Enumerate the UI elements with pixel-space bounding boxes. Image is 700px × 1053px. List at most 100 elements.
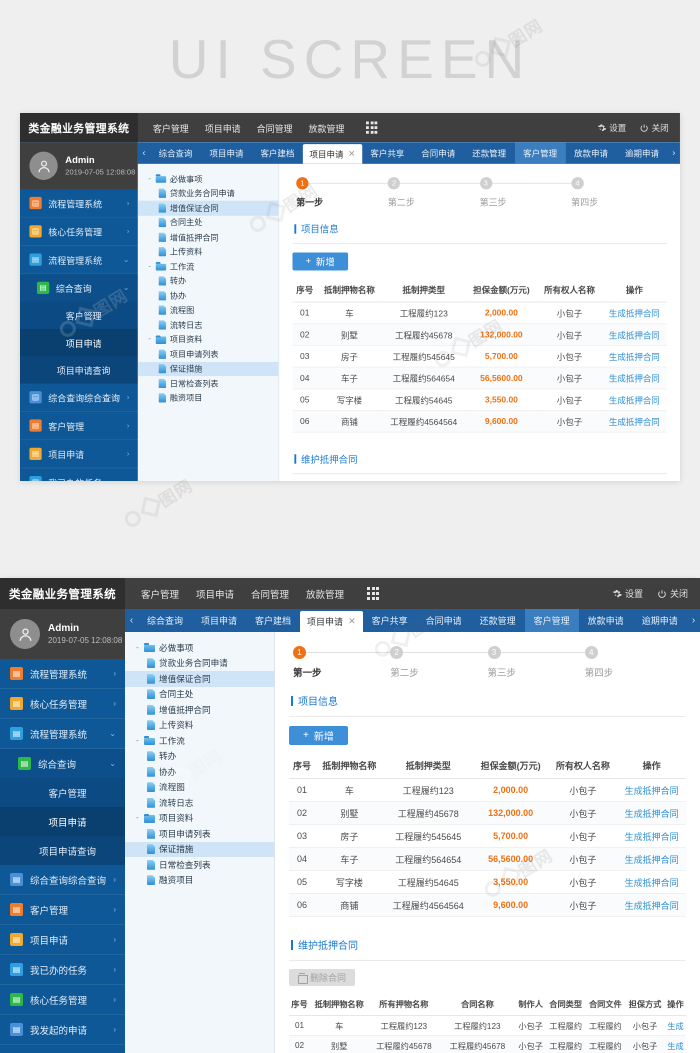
close-icon[interactable]: ✕	[348, 149, 355, 159]
step-3[interactable]: 3 第三步	[479, 177, 572, 208]
tree-item-0-2[interactable]: 合同主处	[125, 687, 274, 703]
tree-item-1-3[interactable]: 流转日志	[138, 318, 278, 333]
chevron-right-icon[interactable]: ›	[687, 609, 700, 632]
sidebar-item-10[interactable]: ▤ 我已办的任务 ›	[0, 955, 125, 984]
add-button[interactable]: + 新增	[292, 252, 348, 271]
tree-item-2-3[interactable]: 融资项目	[138, 391, 278, 406]
sidebar-item-0[interactable]: ▤ 流程管理系统 ›	[20, 189, 138, 217]
top-nav-item-3[interactable]: 放款管理	[306, 587, 344, 601]
table-row[interactable]: 02 别墅 工程履约45678 132,000.00 小包子 生成抵押合同	[289, 801, 686, 825]
settings-button[interactable]: 设置	[612, 587, 643, 600]
chevron-left-icon[interactable]: ‹	[125, 609, 138, 632]
tab-3[interactable]: 项目申请 ✕	[300, 611, 363, 632]
top-nav-item-3[interactable]: 放款管理	[309, 121, 345, 134]
tree-toggle-icon[interactable]: -	[133, 736, 142, 745]
sidebar-item-1[interactable]: ▤ 核心任务管理 ›	[20, 217, 138, 245]
tree-item-0-3[interactable]: 增值抵押合同	[125, 702, 274, 718]
sidebar-item-9[interactable]: ▤ 项目申请 ›	[0, 925, 125, 954]
tree-group-0[interactable]: - 必做事项	[125, 640, 274, 656]
tab-9[interactable]: 逾期申请	[616, 142, 667, 164]
tree-item-1-3[interactable]: 流转日志	[125, 795, 274, 811]
tree-item-1-2[interactable]: 流程图	[138, 303, 278, 318]
table-row[interactable]: 01 车工程履约123 2,000.00 小包子 生成抵押合同	[292, 302, 667, 325]
sidebar-item-3[interactable]: ▤ 综合查询 ⌄	[0, 749, 125, 778]
tree-item-2-0[interactable]: 项目申请列表	[125, 826, 274, 842]
step-3[interactable]: 3 第三步	[487, 646, 585, 679]
tree-item-1-1[interactable]: 协办	[125, 764, 274, 780]
table-row[interactable]: 06 商铺 工程履约4564564 9,600.00 小包子 生成抵押合同	[289, 893, 686, 917]
tree-item-0-4[interactable]: 上传资料	[138, 245, 278, 260]
top-nav-item-2[interactable]: 合同管理	[251, 587, 289, 601]
chevron-left-icon[interactable]: ‹	[138, 142, 150, 164]
tree-item-1-0[interactable]: 转办	[125, 749, 274, 765]
cell-action-generate-contract[interactable]: 生成抵押合同	[617, 893, 686, 917]
step-2[interactable]: 2 第二步	[387, 177, 480, 208]
step-4[interactable]: 4 第四步	[571, 177, 663, 208]
table-row[interactable]: 04 车子 工程履约564654 56,5600.00 小包子 生成抵押合同	[289, 847, 686, 871]
sidebar-item-10[interactable]: ▤ 我已办的任务 ›	[20, 468, 138, 481]
sidebar-item-1[interactable]: ▤ 核心任务管理 ›	[0, 689, 125, 718]
tree-group-1[interactable]: - 工作流	[138, 259, 278, 274]
step-4[interactable]: 4 第四步	[584, 646, 682, 679]
grid-apps-icon[interactable]	[366, 121, 378, 134]
sidebar-item-5[interactable]: 项目申请	[20, 328, 138, 357]
tab-7[interactable]: 客户管理	[514, 142, 566, 164]
tab-0[interactable]: 综合查询	[150, 142, 201, 164]
tree-toggle-icon[interactable]: -	[145, 262, 153, 270]
sidebar-item-4[interactable]: 客户管理	[20, 301, 138, 329]
cell-action-generate-contract[interactable]: 生成抵押合同	[617, 824, 686, 848]
cell-action-generate-contract[interactable]: 生成抵押合同	[617, 778, 686, 802]
tree-item-2-2[interactable]: 日常检查列表	[125, 857, 274, 873]
close-button[interactable]: 关闭	[657, 587, 688, 600]
tree-item-0-3[interactable]: 增值抵押合同	[138, 230, 278, 245]
tab-6[interactable]: 还款管理	[471, 609, 525, 632]
tree-toggle-icon[interactable]: -	[133, 643, 142, 652]
table-row[interactable]: 02 别墅 工程履约45678 132,000.00 小包子 生成抵押合同	[292, 323, 667, 346]
cell-action-generate-contract[interactable]: 生成抵押合同	[617, 870, 686, 894]
tree-group-2[interactable]: - 项目资料	[138, 332, 278, 347]
sidebar-item-2[interactable]: ▤ 流程管理系统 ⌄	[20, 245, 138, 274]
sidebar-item-3[interactable]: ▤ 综合查询 ⌄	[20, 274, 138, 302]
cell-action-generate[interactable]: 生成	[664, 1035, 686, 1053]
tab-2[interactable]: 客户建档	[246, 609, 300, 632]
sidebar-item-8[interactable]: ▤ 客户管理 ›	[20, 411, 138, 440]
tab-4[interactable]: 客户共享	[362, 142, 413, 164]
top-nav-item-1[interactable]: 项目申请	[205, 121, 241, 134]
tree-toggle-icon[interactable]: -	[145, 335, 153, 343]
tree-item-1-1[interactable]: 协办	[138, 288, 278, 303]
sidebar-item-0[interactable]: ▤ 流程管理系统 ›	[0, 659, 125, 688]
step-1[interactable]: 1 第一步	[296, 177, 388, 208]
user-profile[interactable]: Admin 2019-07-05 12:08:08	[20, 142, 138, 190]
cell-action-generate-contract[interactable]: 生成抵押合同	[601, 302, 667, 325]
sidebar-item-9[interactable]: ▤ 项目申请 ›	[20, 440, 138, 468]
add-button[interactable]: + 新增	[289, 726, 348, 745]
tree-item-0-1[interactable]: 增值保证合同	[137, 200, 279, 216]
tab-8[interactable]: 放款申请	[579, 609, 633, 632]
tab-3[interactable]: 项目申请 ✕	[302, 144, 362, 164]
cell-action-generate-contract[interactable]: 生成抵押合同	[601, 388, 667, 411]
table-row[interactable]: 01 车工程履约123 2,000.00 小包子 生成抵押合同	[289, 778, 686, 802]
table-row[interactable]: 03 房子 工程履约545645 5,700.00 小包子 生成抵押合同	[292, 345, 667, 368]
table-row[interactable]: 06 商铺 工程履约4564564 9,600.00 小包子 生成抵押合同	[292, 410, 667, 433]
tab-2[interactable]: 客户建档	[252, 142, 303, 164]
top-nav-item-0[interactable]: 客户管理	[141, 587, 179, 601]
user-profile[interactable]: Admin 2019-07-05 12:08:08	[0, 609, 125, 659]
sidebar-item-6[interactable]: 项目申请查询	[20, 356, 138, 384]
table-row[interactable]: 05 写字楼 工程履约54645 3,550.00 小包子 生成抵押合同	[292, 388, 667, 411]
tree-item-0-0[interactable]: 贷款业务合同申请	[138, 186, 278, 201]
tab-1[interactable]: 项目申请	[201, 142, 252, 164]
table-row[interactable]: 05 写字楼 工程履约54645 3,550.00 小包子 生成抵押合同	[289, 870, 686, 894]
tree-toggle-icon[interactable]: -	[133, 814, 142, 823]
tree-item-2-1[interactable]: 保证措施	[125, 841, 274, 857]
settings-button[interactable]: 设置	[597, 121, 626, 133]
tree-group-1[interactable]: - 工作流	[125, 733, 274, 749]
top-nav-item-0[interactable]: 客户管理	[153, 121, 189, 134]
table-row[interactable]: 01 车工程履约123 工程履约123 小包子 工程履约 工程履约 小包子 生成	[289, 1015, 686, 1037]
sidebar-item-6[interactable]: 项目申请查询	[0, 836, 125, 865]
tree-item-0-4[interactable]: 上传资料	[125, 718, 274, 734]
cell-action-generate-contract[interactable]: 生成抵押合同	[601, 367, 667, 390]
tree-item-1-0[interactable]: 转办	[138, 274, 278, 289]
close-button[interactable]: 关闭	[639, 121, 669, 133]
table-row[interactable]: 03 房子 工程履约545645 5,700.00 小包子 生成抵押合同	[289, 824, 686, 848]
sidebar-item-4[interactable]: 客户管理	[0, 778, 125, 807]
